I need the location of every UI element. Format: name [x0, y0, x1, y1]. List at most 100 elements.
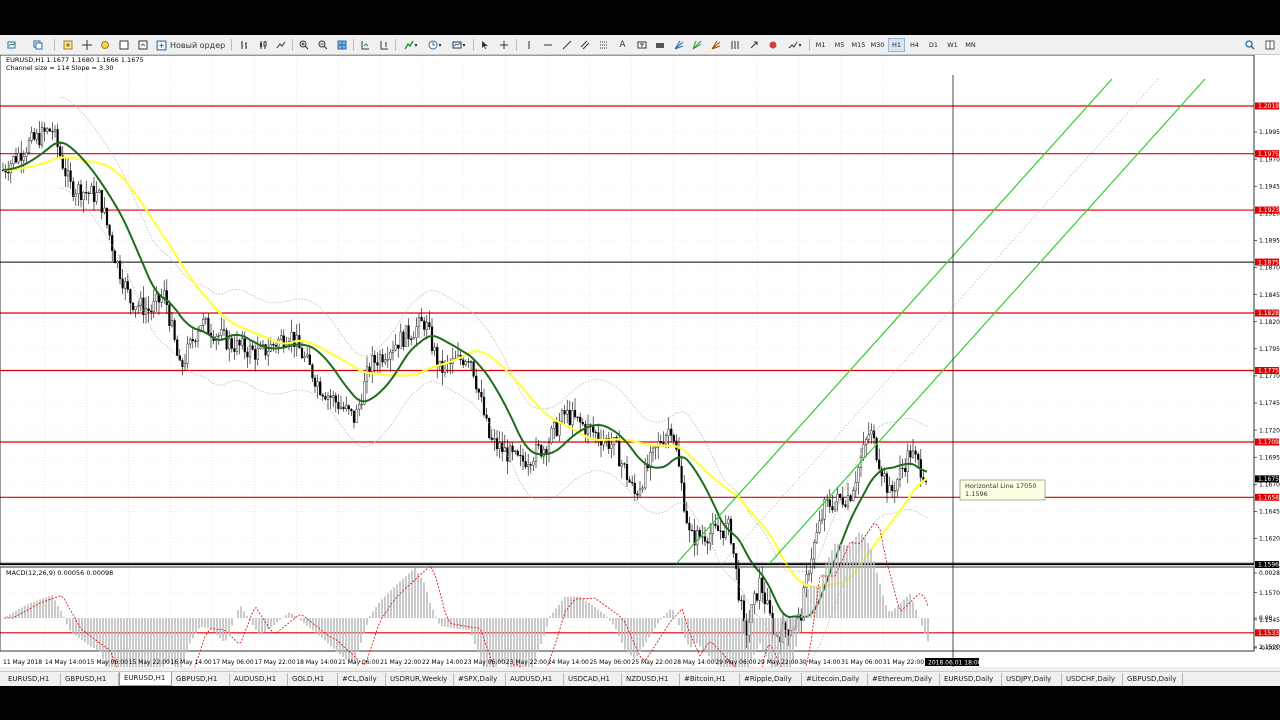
symbol-tab[interactable]: GBPUSD,H1: [61, 673, 119, 686]
line-chart-icon[interactable]: [273, 38, 288, 52]
indicators-dropdown[interactable]: ▾: [400, 38, 422, 52]
new-chart-icon[interactable]: [4, 38, 19, 52]
level-tag: 1.1709: [1258, 439, 1279, 446]
chevron-down-icon: ▾: [462, 41, 466, 49]
timeframe-w1[interactable]: W1: [944, 38, 961, 52]
symbol-tab[interactable]: USDCAD,H1: [564, 673, 622, 686]
symbol-tab[interactable]: AUDUSD,H1: [506, 673, 564, 686]
chevron-down-icon: ▾: [798, 41, 802, 49]
rectangle-icon[interactable]: [652, 38, 667, 52]
symbol-tab[interactable]: #Ethereum,Daily: [868, 673, 940, 686]
symbol-tabs-bar: EURUSD,H1 GBPUSD,H1 EURUSD,H1 GBPUSD,H1 AUDU…: [0, 671, 1280, 686]
zoom-out-icon[interactable]: [315, 38, 330, 52]
terminal-icon[interactable]: [116, 38, 131, 52]
templates-dropdown[interactable]: ▾: [448, 38, 470, 52]
auto-scroll-icon[interactable]: [357, 38, 372, 52]
price-tick: 1.1795: [1259, 346, 1280, 353]
symbol-tab[interactable]: #Bitcoin,H1: [680, 673, 740, 686]
chart-header: EURUSD,H1 1.1677 1.1680 1.1666 1.1675: [6, 56, 144, 64]
tile-windows-icon[interactable]: [334, 38, 349, 52]
chart-shift-icon[interactable]: [376, 38, 391, 52]
timeframe-h1[interactable]: H1: [888, 38, 905, 52]
crosshair-icon[interactable]: [496, 38, 511, 52]
time-label: 21 May 06:00: [338, 659, 379, 666]
bar-chart-icon[interactable]: [236, 38, 251, 52]
chart-window[interactable]: EURUSD,H1 1.1677 1.1680 1.1666 1.1675 Ch…: [0, 54, 1280, 708]
time-label: 29 May 06:00: [715, 659, 756, 666]
fibo-fan-icon[interactable]: [708, 38, 723, 52]
time-label: 15 May 06:00: [87, 659, 128, 666]
layout-icon[interactable]: [1262, 38, 1277, 52]
time-label: 21 May 22:00: [380, 659, 421, 666]
pitchfork-icon[interactable]: [671, 38, 686, 52]
search-icon[interactable]: [1242, 38, 1257, 52]
symbol-tab[interactable]: #Litecoin,Daily: [802, 673, 868, 686]
timeframe-h4[interactable]: H4: [906, 38, 923, 52]
tester-icon[interactable]: [135, 38, 150, 52]
level-tag: 1.2019: [1258, 103, 1279, 110]
profiles-icon[interactable]: [30, 38, 45, 52]
symbol-tab[interactable]: USDCHF,Daily: [1062, 673, 1123, 686]
timeframe-m1[interactable]: M1: [812, 38, 829, 52]
symbol-tab[interactable]: #CL,Daily: [338, 673, 386, 686]
gann-fan-icon[interactable]: [689, 38, 704, 52]
symbol-tab[interactable]: #SPX,Daily: [454, 673, 506, 686]
time-label: 17 May 06:00: [213, 659, 254, 666]
price-tick: 1.1745: [1259, 400, 1280, 407]
macd-tick: 0.0028: [1259, 570, 1280, 577]
timeframe-d1[interactable]: D1: [925, 38, 942, 52]
time-label: 11 May 2018: [3, 659, 42, 666]
symbol-tab[interactable]: EURUSD,H1: [4, 673, 61, 686]
stop-sign-icon[interactable]: [765, 38, 780, 52]
symbol-tab[interactable]: GBPUSD,H1: [172, 673, 230, 686]
objects-dropdown[interactable]: ▾: [784, 38, 806, 52]
text-label-icon[interactable]: [634, 38, 649, 52]
price-tick: 1.1945: [1259, 183, 1280, 190]
navigator-icon[interactable]: [97, 38, 112, 52]
macd-label: MACD(12,26,9) 0.00056 0.00098: [6, 569, 113, 577]
cycle-lines-icon[interactable]: [727, 38, 742, 52]
macd-tick: -0.00313: [1259, 645, 1280, 652]
new-order-button[interactable]: Новый ордер: [156, 38, 226, 52]
arrows-icon[interactable]: [746, 38, 761, 52]
symbol-tab[interactable]: EURUSD,H1: [119, 672, 172, 686]
equidistant-channel-icon[interactable]: [577, 38, 592, 52]
symbol-tab[interactable]: USDJPY,Daily: [1002, 673, 1062, 686]
tooltip-title: Horizontal Line 17050: [965, 482, 1037, 490]
timeframe-mn[interactable]: MN: [962, 38, 979, 52]
symbol-tab[interactable]: GOLD,H1: [288, 673, 338, 686]
symbol-tab[interactable]: AUDUSD,H1: [230, 673, 288, 686]
symbol-tab[interactable]: GBPUSD,Daily: [1123, 673, 1183, 686]
price-tick: 1.1620: [1259, 536, 1280, 543]
price-tick: 1.1895: [1259, 238, 1280, 245]
fibonacci-icon[interactable]: [596, 38, 611, 52]
cursor-icon[interactable]: [477, 38, 492, 52]
new-order-label: Новый ордер: [170, 40, 226, 50]
time-label: 31 May 06:00: [841, 659, 882, 666]
symbol-tab[interactable]: NZDUSD,H1: [622, 673, 680, 686]
tooltip-value: 1.1596: [965, 490, 988, 498]
timeframe-m30[interactable]: M30: [869, 38, 886, 52]
symbol-tab[interactable]: USDRUR,Weekly: [386, 673, 454, 686]
level-tag: 1.1875: [1258, 259, 1279, 266]
vertical-line-icon[interactable]: [521, 38, 536, 52]
periods-dropdown[interactable]: ▾: [424, 38, 446, 52]
horizontal-line-tooltip: Horizontal Line 17050 1.1596: [959, 479, 1046, 501]
level-tag: 1.1828: [1258, 310, 1279, 317]
trendline-icon[interactable]: [559, 38, 574, 52]
candlestick-icon[interactable]: [255, 38, 270, 52]
crosshair-move-icon[interactable]: [79, 38, 94, 52]
price-tick: 1.1845: [1259, 292, 1280, 299]
market-watch-icon[interactable]: [60, 38, 75, 52]
price-chart[interactable]: EURUSD,H1 1.1677 1.1680 1.1666 1.1675 Ch…: [0, 54, 1280, 708]
symbol-tab[interactable]: #Ripple,Daily: [740, 673, 802, 686]
timeframe-m5[interactable]: M5: [831, 38, 848, 52]
zoom-in-icon[interactable]: [296, 38, 311, 52]
level-tag: 1.1975: [1258, 151, 1279, 158]
time-label: 25 May 22:00: [632, 659, 673, 666]
text-tool-icon[interactable]: A: [615, 38, 630, 52]
horizontal-line-icon[interactable]: [540, 38, 555, 52]
timeframe-m15[interactable]: M15: [850, 38, 867, 52]
trading-terminal-window: Новый ордер ▾ ▾ ▾ A ▾ M1 M5 M15 M30 H1 H…: [0, 35, 1280, 708]
symbol-tab[interactable]: EURUSD,Daily: [940, 673, 1002, 686]
